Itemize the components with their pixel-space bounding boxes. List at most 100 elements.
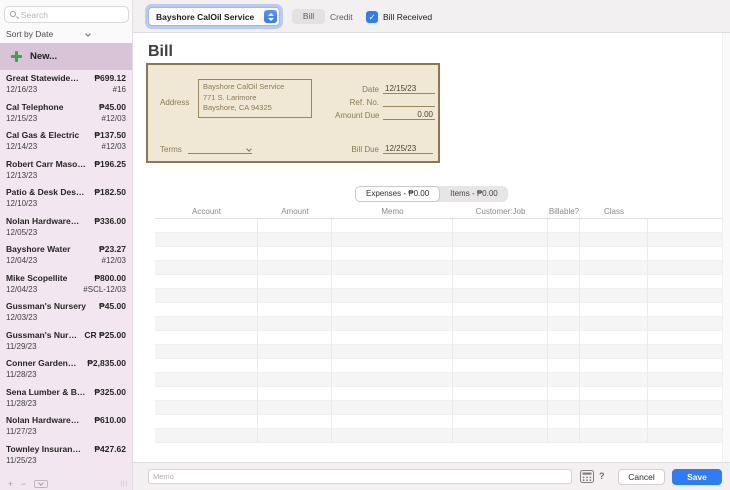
vendor-list-item[interactable]: Gussman's Nursery ₱45.00 12/03/23 bbox=[0, 298, 132, 327]
table-cell[interactable] bbox=[648, 261, 722, 274]
table-cell[interactable] bbox=[580, 275, 648, 288]
table-cell[interactable] bbox=[258, 401, 332, 414]
help-button[interactable]: ? bbox=[599, 471, 605, 481]
table-cell[interactable] bbox=[258, 331, 332, 344]
table-cell[interactable] bbox=[548, 345, 580, 358]
table-cell[interactable] bbox=[453, 289, 548, 302]
table-cell[interactable] bbox=[332, 317, 453, 330]
table-cell[interactable] bbox=[258, 415, 332, 428]
table-cell[interactable] bbox=[453, 429, 548, 442]
table-cell[interactable] bbox=[258, 261, 332, 274]
table-cell[interactable] bbox=[580, 261, 648, 274]
table-row[interactable] bbox=[155, 303, 722, 317]
table-cell[interactable] bbox=[580, 303, 648, 316]
table-cell[interactable] bbox=[155, 289, 258, 302]
table-cell[interactable] bbox=[332, 429, 453, 442]
table-cell[interactable] bbox=[155, 331, 258, 344]
table-cell[interactable] bbox=[648, 429, 722, 442]
table-cell[interactable] bbox=[580, 345, 648, 358]
scrollbar-track[interactable] bbox=[722, 33, 730, 462]
table-cell[interactable] bbox=[332, 401, 453, 414]
table-cell[interactable] bbox=[332, 261, 453, 274]
ref-no-field[interactable] bbox=[383, 96, 435, 107]
table-cell[interactable] bbox=[453, 317, 548, 330]
memo-input[interactable] bbox=[148, 469, 572, 484]
vendor-list-item[interactable]: Patio & Desk Des… ₱182.50 12/10/23 bbox=[0, 184, 132, 213]
table-cell[interactable] bbox=[648, 387, 722, 400]
table-cell[interactable] bbox=[155, 233, 258, 246]
terms-field[interactable] bbox=[188, 143, 252, 154]
table-cell[interactable] bbox=[548, 317, 580, 330]
table-cell[interactable] bbox=[453, 261, 548, 274]
resize-grip-icon[interactable]: ||| bbox=[120, 481, 128, 487]
vendor-list-item[interactable]: Conner Garden… ₱2,835.00 11/28/23 bbox=[0, 355, 132, 384]
table-cell[interactable] bbox=[548, 303, 580, 316]
table-cell[interactable] bbox=[580, 373, 648, 386]
new-bill-button[interactable]: New... bbox=[0, 43, 132, 70]
table-cell[interactable] bbox=[580, 387, 648, 400]
table-cell[interactable] bbox=[332, 331, 453, 344]
table-cell[interactable] bbox=[580, 429, 648, 442]
table-cell[interactable] bbox=[548, 415, 580, 428]
table-cell[interactable] bbox=[332, 219, 453, 232]
table-cell[interactable] bbox=[258, 233, 332, 246]
remove-button[interactable]: − bbox=[17, 479, 30, 489]
table-cell[interactable] bbox=[258, 289, 332, 302]
table-cell[interactable] bbox=[453, 415, 548, 428]
table-cell[interactable] bbox=[648, 359, 722, 372]
table-cell[interactable] bbox=[580, 247, 648, 260]
table-cell[interactable] bbox=[332, 233, 453, 246]
table-cell[interactable] bbox=[548, 233, 580, 246]
table-cell[interactable] bbox=[258, 275, 332, 288]
table-cell[interactable] bbox=[332, 345, 453, 358]
bill-received-checkbox[interactable]: ✓ bbox=[366, 11, 378, 23]
table-cell[interactable] bbox=[453, 401, 548, 414]
table-cell[interactable] bbox=[580, 415, 648, 428]
table-row[interactable] bbox=[155, 359, 722, 373]
table-cell[interactable] bbox=[332, 289, 453, 302]
table-cell[interactable] bbox=[548, 247, 580, 260]
table-cell[interactable] bbox=[580, 401, 648, 414]
table-cell[interactable] bbox=[648, 345, 722, 358]
table-cell[interactable] bbox=[548, 401, 580, 414]
table-cell[interactable] bbox=[548, 429, 580, 442]
vendor-list-item[interactable]: Gussman's Nur… CR ₱25.00 11/29/23 bbox=[0, 327, 132, 356]
table-cell[interactable] bbox=[155, 415, 258, 428]
table-cell[interactable] bbox=[155, 303, 258, 316]
table-row[interactable] bbox=[155, 387, 722, 401]
table-cell[interactable] bbox=[648, 219, 722, 232]
table-cell[interactable] bbox=[258, 373, 332, 386]
table-cell[interactable] bbox=[648, 233, 722, 246]
table-cell[interactable] bbox=[548, 359, 580, 372]
table-row[interactable] bbox=[155, 219, 722, 233]
table-cell[interactable] bbox=[648, 275, 722, 288]
table-cell[interactable] bbox=[155, 387, 258, 400]
table-row[interactable] bbox=[155, 317, 722, 331]
date-field[interactable]: 12/15/23 bbox=[383, 83, 435, 94]
table-cell[interactable] bbox=[580, 331, 648, 344]
vendor-list-item[interactable]: Robert Carr Maso… ₱196.25 12/13/23 bbox=[0, 156, 132, 185]
table-cell[interactable] bbox=[155, 401, 258, 414]
table-cell[interactable] bbox=[155, 345, 258, 358]
search-input[interactable] bbox=[21, 7, 126, 22]
vendor-list-item[interactable]: Mike Scopellite ₱800.00 12/04/23 #SCL-12… bbox=[0, 270, 132, 299]
search-box[interactable] bbox=[4, 6, 129, 23]
table-cell[interactable] bbox=[453, 345, 548, 358]
amount-due-field[interactable]: 0.00 bbox=[383, 109, 435, 120]
save-button[interactable]: Save bbox=[672, 469, 722, 485]
vendor-list-item[interactable]: Great Statewide… ₱699.12 12/16/23 #16 bbox=[0, 70, 132, 99]
table-cell[interactable] bbox=[258, 429, 332, 442]
table-cell[interactable] bbox=[453, 331, 548, 344]
table-cell[interactable] bbox=[648, 401, 722, 414]
table-cell[interactable] bbox=[332, 387, 453, 400]
table-cell[interactable] bbox=[258, 359, 332, 372]
table-row[interactable] bbox=[155, 373, 722, 387]
table-cell[interactable] bbox=[548, 275, 580, 288]
address-field[interactable]: Bayshore CalOil Service 771 S. Larimore … bbox=[198, 79, 312, 118]
table-cell[interactable] bbox=[258, 345, 332, 358]
table-row[interactable] bbox=[155, 233, 722, 247]
tab-expenses[interactable]: Expenses - ₱0.00 bbox=[355, 186, 440, 202]
table-row[interactable] bbox=[155, 429, 722, 443]
vendor-list-item[interactable]: Nolan Hardware… ₱610.00 11/27/23 bbox=[0, 412, 132, 441]
table-cell[interactable] bbox=[258, 303, 332, 316]
